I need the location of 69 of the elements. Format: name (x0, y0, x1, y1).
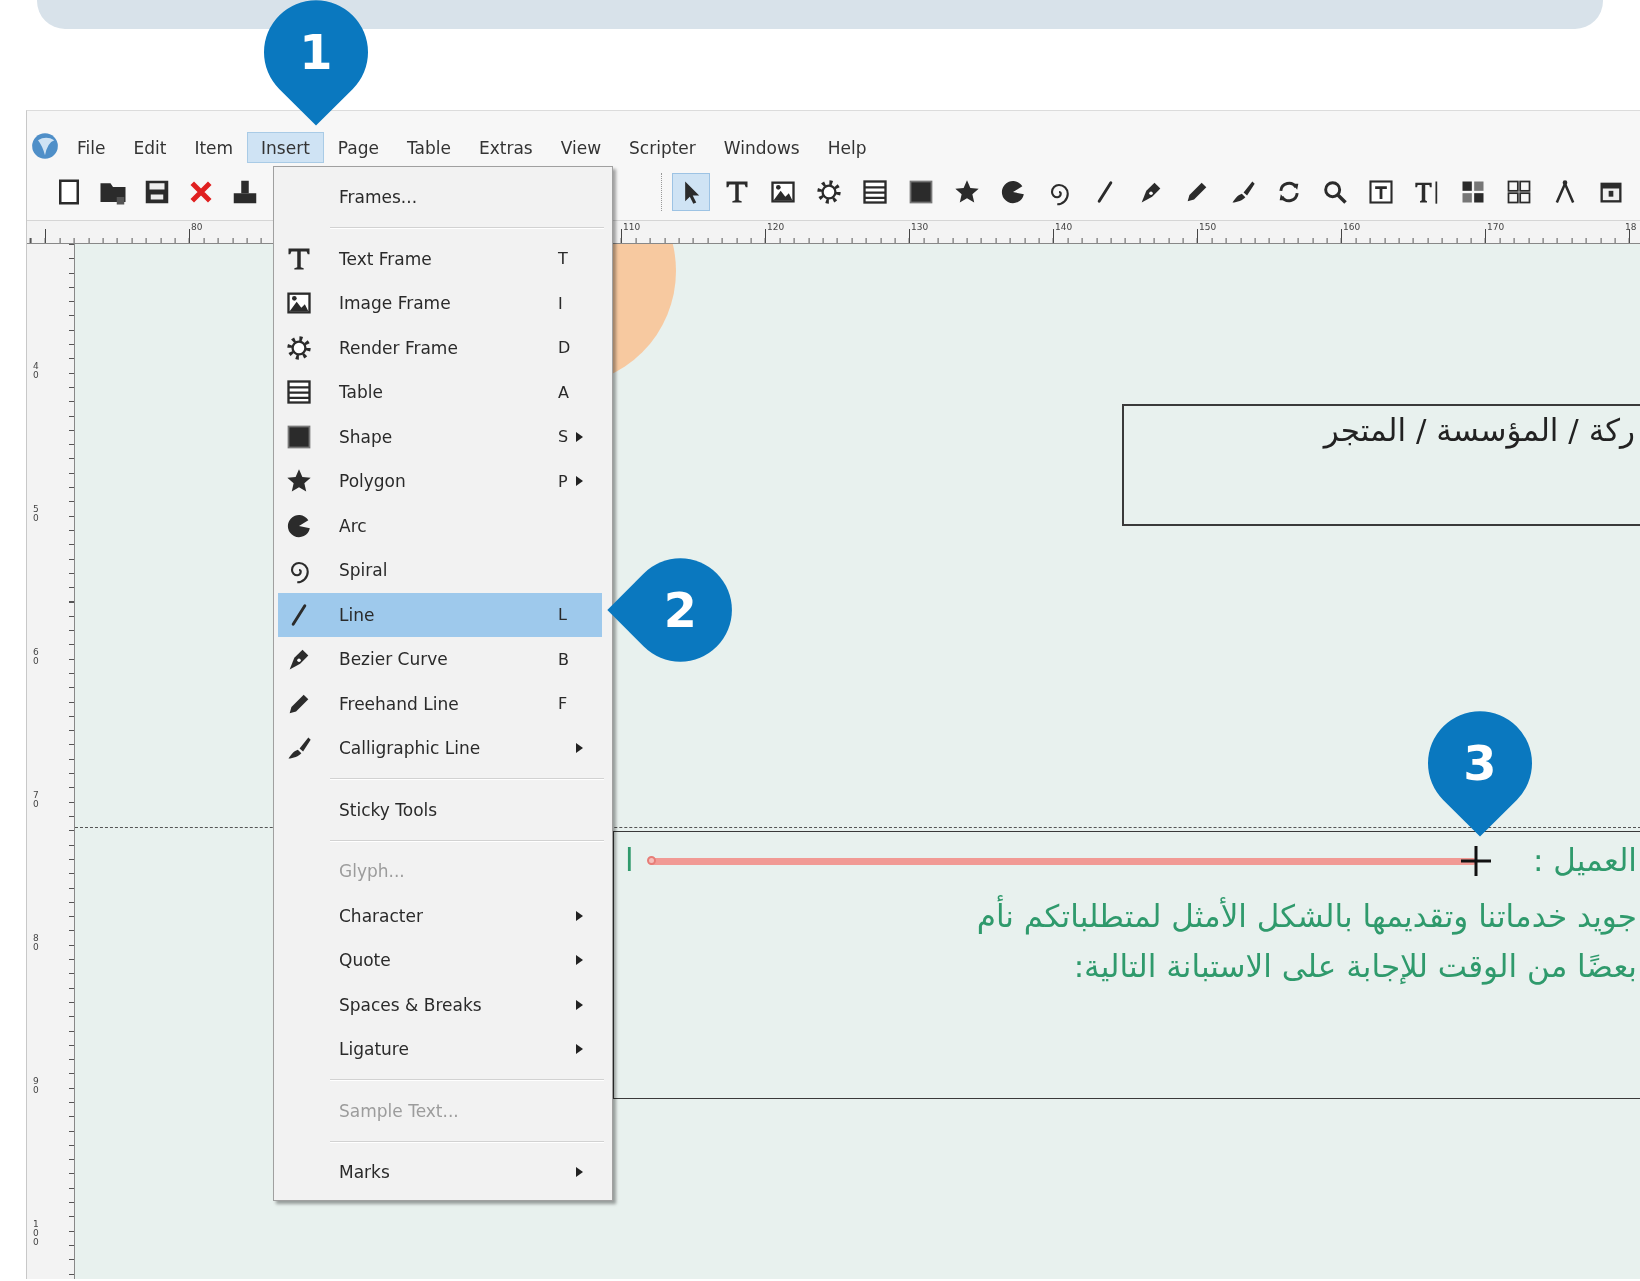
menu-bar-item[interactable]: Windows (709, 132, 814, 163)
menu-item[interactable]: Marks (278, 1150, 602, 1195)
ruler-number: 90 (33, 1077, 39, 1095)
ruler-number: 100 (33, 1220, 39, 1247)
step-callout: 3 (1428, 711, 1532, 837)
ruler-number: 50 (33, 505, 39, 523)
ruler-number: 140 (1055, 222, 1073, 232)
menu-item[interactable]: Calligraphic Line (278, 726, 602, 771)
ruler-number: 170 (1487, 222, 1505, 232)
menu-item[interactable]: Sticky Tools (278, 787, 602, 832)
menu-item[interactable]: Freehand Line F (278, 681, 602, 726)
menu-item[interactable]: Polygon P (278, 459, 602, 504)
frame-text: جويد خدماتنا وتقديمها بالشكل الأمثل لمتطلباتكم نأم (976, 896, 1637, 937)
frame-text: ركة / المؤسسة / المتجر (1323, 411, 1635, 451)
shortcut-key: T (558, 249, 574, 269)
menu-bar-item[interactable]: Item (180, 132, 248, 163)
frame-text: بعضًا من الوقت للإجابة على الاستبانة التالية: (1073, 947, 1637, 987)
gear-icon (285, 333, 313, 362)
ruler-number: 120 (767, 222, 785, 232)
menu-item[interactable]: Render Frame D (278, 325, 602, 370)
menu-bar-item[interactable]: Edit (119, 132, 181, 163)
shortcut-key: A (558, 382, 574, 402)
menu-bar-item[interactable]: View (546, 132, 616, 163)
menu-bar-item[interactable]: Help (813, 132, 881, 163)
menu-item[interactable]: Shape S (278, 414, 602, 459)
shortcut-key: D (558, 338, 574, 358)
step-callout: 2 (607, 558, 732, 662)
ruler-number: 40 (33, 362, 39, 380)
step-callout: 1 (264, 0, 368, 126)
menu-item[interactable]: Image Frame I (278, 281, 602, 326)
app-logo-icon (31, 132, 59, 160)
pointer-icon[interactable] (672, 172, 710, 211)
ruler-number: 60 (33, 648, 39, 666)
ruler-number: 80 (191, 222, 203, 232)
ruler-number: 80 (33, 934, 39, 952)
menu-item[interactable]: Bezier Curve B (278, 637, 602, 682)
ruler-number: 110 (623, 222, 641, 232)
shortcut-key: L (558, 605, 574, 625)
menu-item[interactable]: Spaces & Breaks (278, 982, 602, 1027)
menu-item[interactable]: Table A (278, 370, 602, 415)
menu-bar-item[interactable]: File (63, 132, 120, 163)
menu-item[interactable]: Ligature (278, 1027, 602, 1072)
menu-item[interactable]: Arc (278, 503, 602, 548)
menu-item[interactable]: Line L (278, 592, 602, 637)
ruler-number: 130 (911, 222, 929, 232)
crosshair-cursor-icon (1460, 845, 1492, 877)
table-icon (285, 378, 313, 407)
shortcut-key: S (558, 427, 574, 447)
shortcut-key: P (558, 471, 574, 491)
ruler-number: 70 (33, 791, 39, 809)
menu-bar-item[interactable]: Insert (247, 132, 324, 163)
frame-text: العميل : (1532, 841, 1637, 880)
ruler-number: 18 (1625, 222, 1637, 232)
menu-item[interactable]: Quote (278, 938, 602, 983)
ruler-number: 150 (1199, 222, 1217, 232)
menu-item[interactable]: Spiral (278, 548, 602, 593)
menu-item[interactable]: Frames... (278, 175, 602, 220)
menu-bar-item[interactable]: Scripter (615, 132, 710, 163)
shortcut-key: I (558, 293, 574, 313)
menu-bar-item[interactable]: Page (323, 132, 393, 163)
menu-item[interactable]: Character (278, 893, 602, 938)
ruler-number: 160 (1343, 222, 1361, 232)
shortcut-key: F (558, 694, 574, 714)
menu-bar-item[interactable]: Extras (464, 132, 547, 163)
menu-bar-item[interactable]: Table (393, 132, 465, 163)
shortcut-key: B (558, 649, 574, 669)
line-handle (647, 856, 656, 865)
menu-item[interactable]: Text Frame T (278, 236, 602, 281)
frame-text: ا (625, 841, 634, 880)
